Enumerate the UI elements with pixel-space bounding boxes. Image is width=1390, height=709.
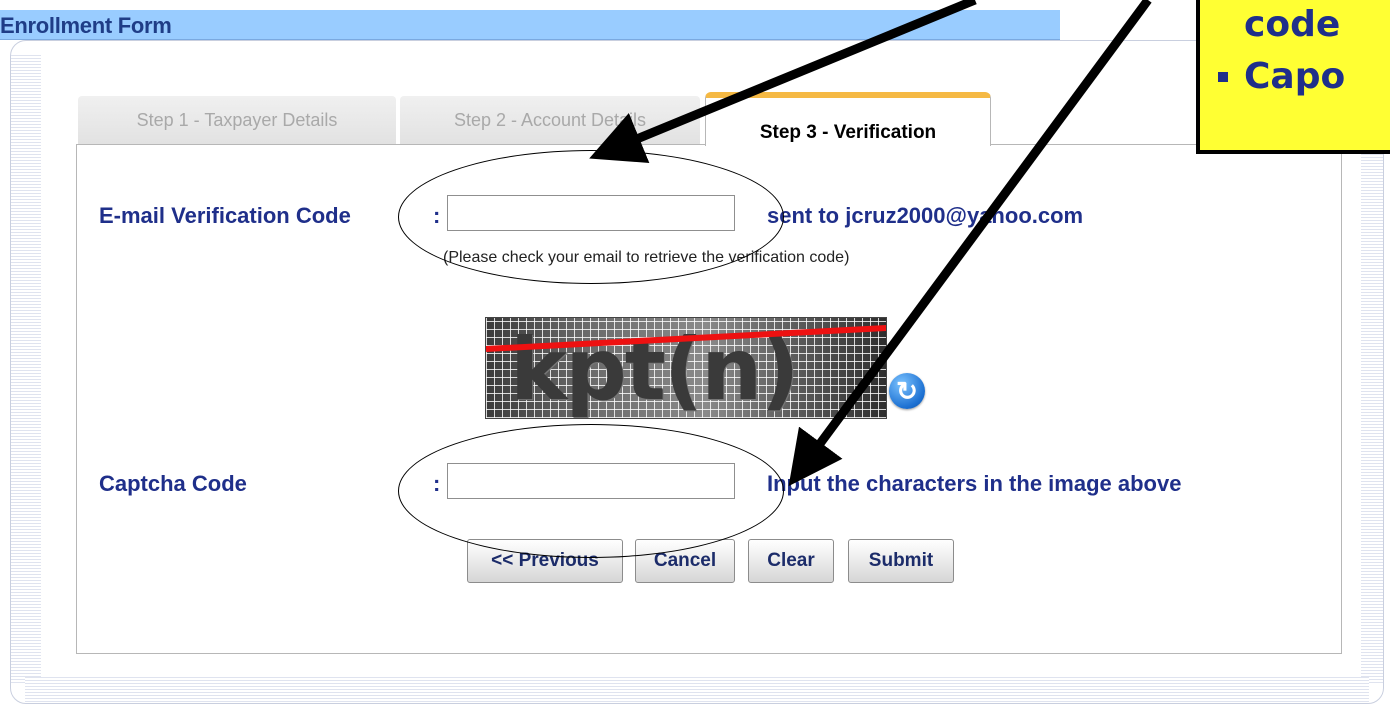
arrow-to-captcha-input bbox=[788, 0, 1152, 487]
bullet-icon bbox=[1218, 72, 1228, 82]
arrow-to-email-input bbox=[589, 0, 977, 163]
annotation-callout-box: code Capo bbox=[1196, 0, 1390, 154]
callout-text-line-2: Capo bbox=[1244, 56, 1346, 97]
callout-text-line-1: code bbox=[1244, 4, 1341, 45]
annotation-arrows bbox=[589, 0, 1152, 487]
